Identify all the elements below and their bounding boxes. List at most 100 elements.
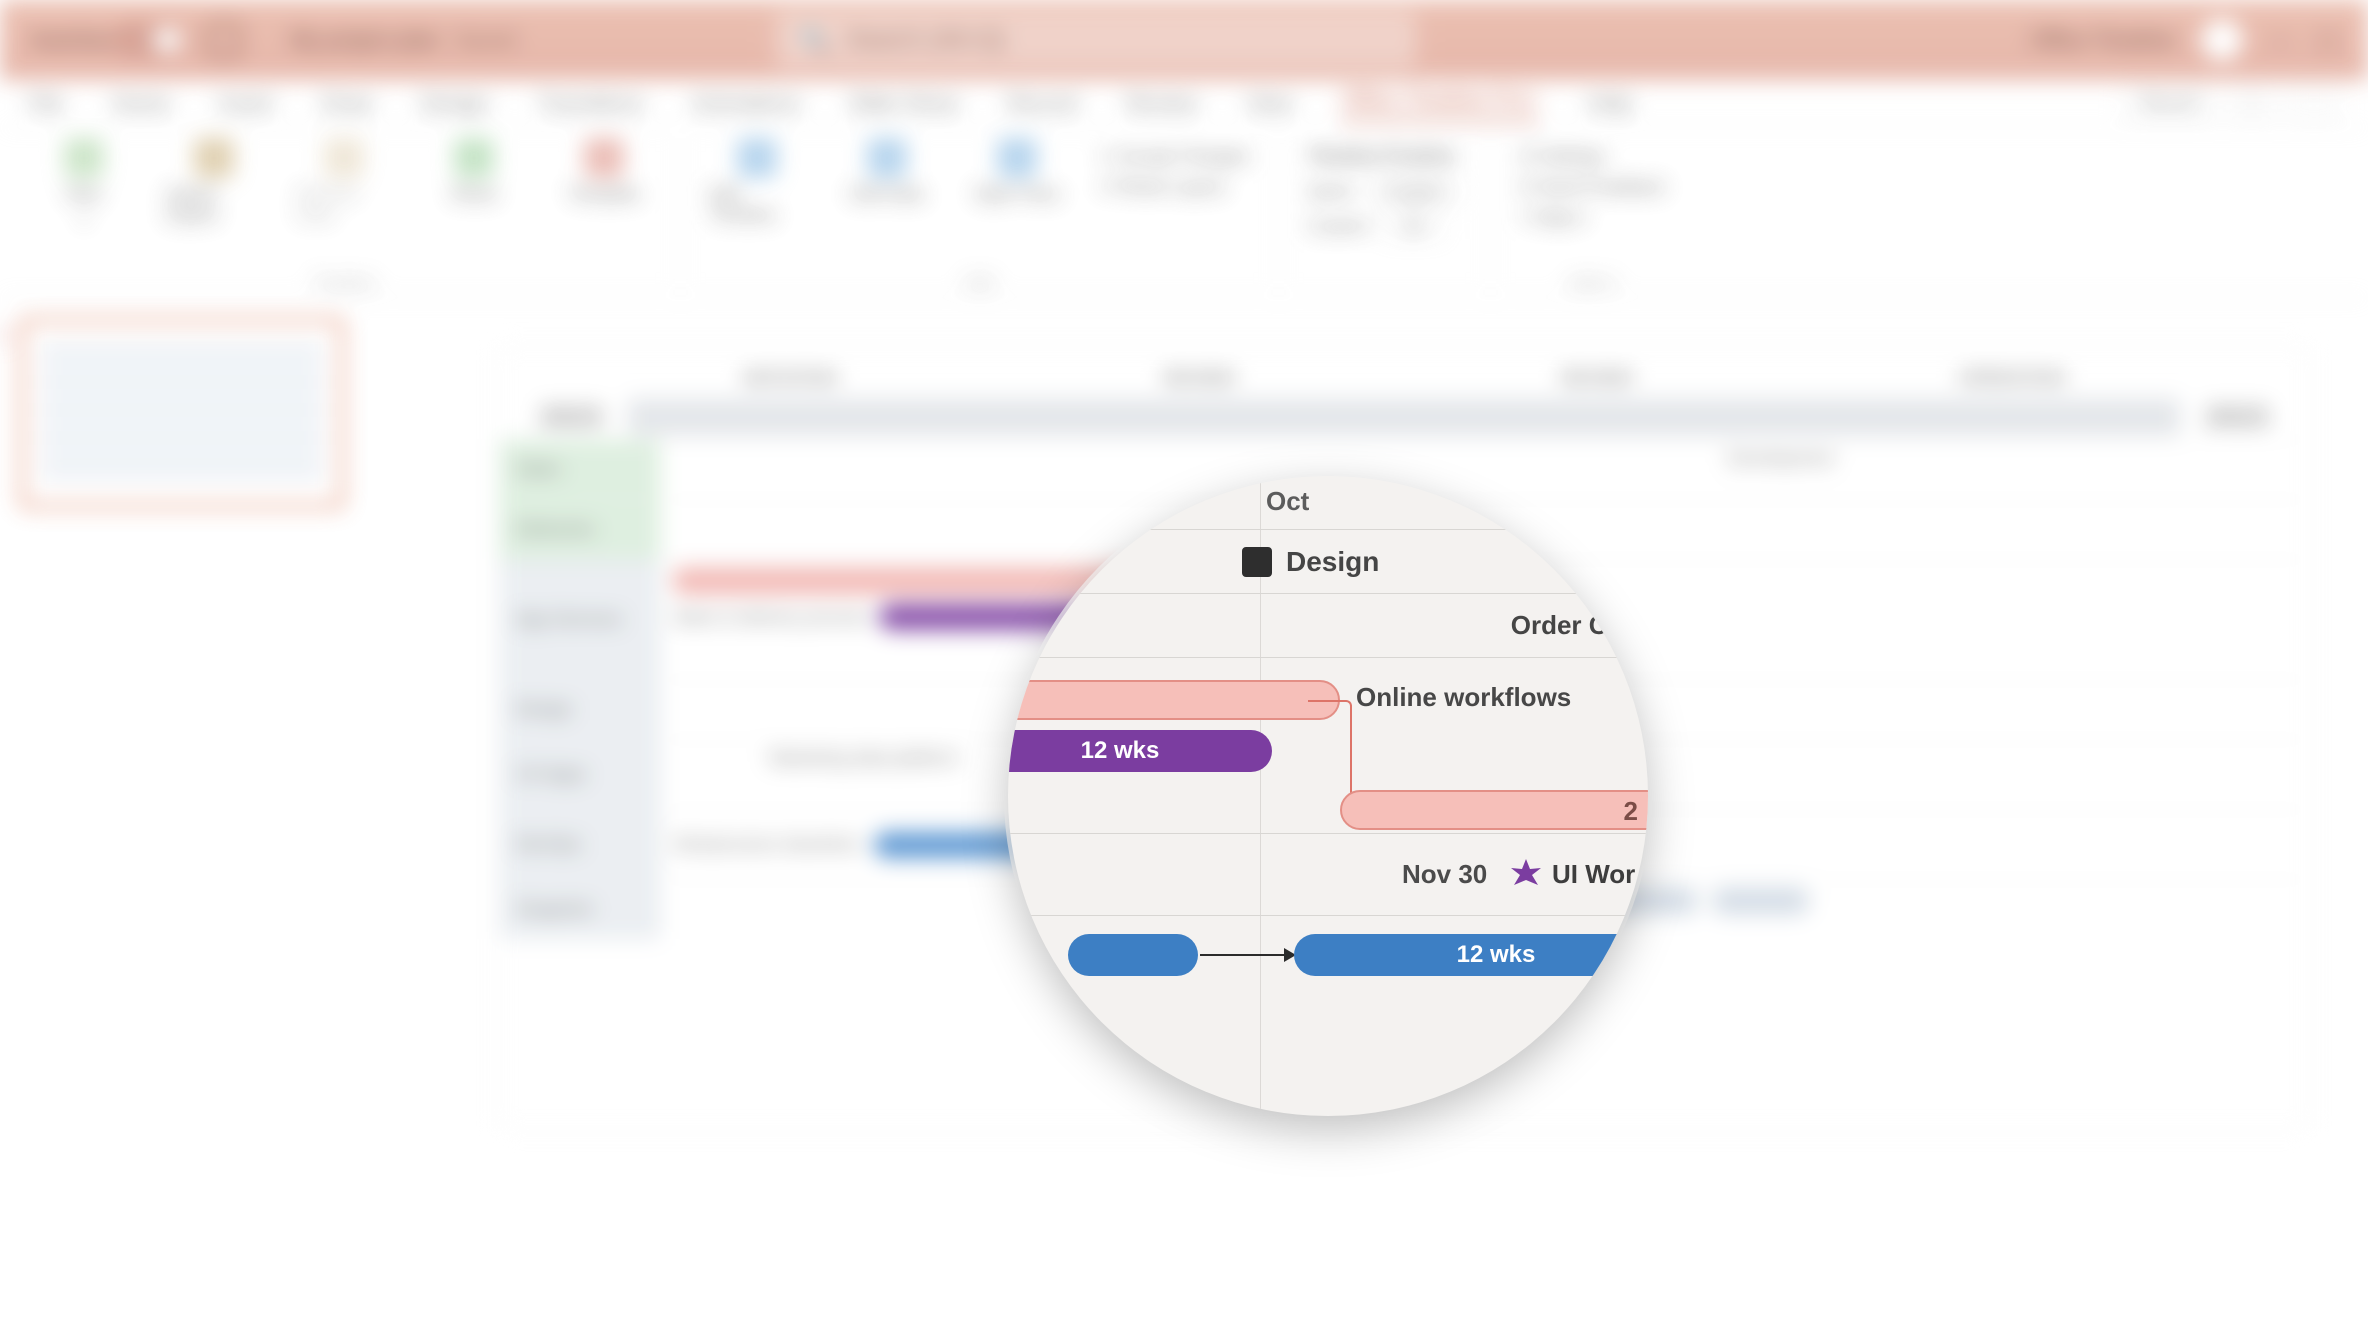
accept-changes-button[interactable]: ✔ Accept Changes — [1099, 146, 1250, 167]
task-bar-blue-left[interactable] — [1068, 934, 1198, 976]
ribbon-group-addin: ⚙ Settings ✉ Send Feedback ? Help ▾ Add-… — [1491, 138, 1693, 293]
tab-draw[interactable]: Draw — [321, 91, 372, 117]
save-icon[interactable] — [207, 23, 241, 57]
edit-data-button[interactable]: Edit Data — [839, 138, 935, 205]
custom-label: Custom — [1307, 216, 1369, 236]
ribbon-group-position: Timeline Position Quick Custom Custom 25 — [1279, 138, 1491, 293]
milestone-label: Development — [1728, 448, 2296, 469]
task-bar-blue-right[interactable]: 12 wks — [1294, 934, 1648, 976]
search-icon: 🔍 — [800, 26, 830, 55]
tab-office-timeline[interactable]: Office Timeline Pro+ — [1341, 86, 1539, 121]
ribbon-group-caption: Add-in — [1568, 267, 1617, 293]
lens-order-row: Order Ca — [1008, 594, 1648, 658]
reset-layout-button[interactable]: ↺ Reset Layout — [1099, 177, 1225, 198]
phase-label: INITIATION — [743, 368, 837, 389]
swimlane-label: App Services — [500, 560, 660, 679]
edit-timeline-label: Edit Timeline — [709, 184, 805, 226]
milestone-label: UI Wor — [1552, 859, 1635, 890]
lens-design-row: Design — [1008, 530, 1648, 594]
import-export-button[interactable]: Import Export — [166, 138, 262, 226]
order-label: Order Ca — [1511, 610, 1622, 641]
lens-workflows-row: Online workflows 12 wks 2 — [1008, 658, 1648, 834]
tab-help[interactable]: Help — [1587, 91, 1632, 117]
ribbon-overflow-icon[interactable]: ⋯ — [2288, 88, 2340, 119]
import-label: Import Export — [166, 184, 262, 226]
quick-select[interactable]: Custom — [1366, 178, 1462, 204]
task-bar-online-workflows[interactable] — [1008, 680, 1340, 720]
global-search[interactable]: 🔍 Search (Alt+Q) — [776, 12, 1416, 68]
avatar[interactable] — [2201, 19, 2243, 61]
swimlane-label: DevOps — [500, 810, 660, 879]
edit-data-label: Edit Data — [850, 184, 924, 205]
window-titlebar: AutoSave On My project plan Saved 🔍 Sear… — [0, 0, 2368, 80]
quick-position-row: Quick Custom — [1307, 181, 1462, 202]
style-pane-button[interactable]: Style Pane — [969, 138, 1065, 205]
share-label: Share — [450, 184, 498, 205]
tab-slideshow[interactable]: Slide Show — [849, 91, 959, 117]
ribbon-group-edit: Edit Timeline Edit Data Style Pane ✔ Acc… — [681, 138, 1279, 293]
lens-ui-row: Nov 30 UI Wor — [1008, 834, 1648, 916]
share-icon — [454, 138, 494, 178]
share-button[interactable]: Share — [426, 138, 522, 205]
swimlane-label: Design — [500, 680, 660, 739]
style-pane-label: Style Pane — [973, 184, 1060, 205]
tab-review[interactable]: Review — [1126, 91, 1198, 117]
slide-thumbnails — [0, 298, 400, 1332]
autosave-toggle[interactable]: On — [145, 23, 184, 57]
slide-thumbnail[interactable] — [20, 318, 344, 508]
settings-button[interactable]: ⚙ Settings — [1519, 146, 1605, 167]
template-label: Template — [567, 184, 640, 205]
tab-home[interactable]: Home — [111, 91, 170, 117]
magnifier-lens: Oct Design Order Ca Online workflows 12 … — [1008, 476, 1648, 1116]
toggle-track — [113, 23, 185, 57]
starburst-icon[interactable] — [1510, 859, 1542, 891]
milestone-marker-icon[interactable] — [1242, 547, 1272, 577]
custom-input[interactable]: 25 — [1382, 213, 1444, 239]
month-label: Oct — [1266, 486, 1309, 517]
year-left: 2023 — [540, 401, 602, 433]
ribbon-group-caption: Timeline — [312, 267, 376, 293]
template-button[interactable]: Template — [556, 138, 652, 205]
timeline-position-heading: Timeline Position — [1307, 146, 1456, 167]
new-button[interactable]: New▾ — [36, 138, 132, 228]
refresh-button[interactable]: Refresh Data — [296, 138, 392, 226]
time-scale — [628, 399, 2179, 435]
template-icon — [584, 138, 624, 178]
edit-timeline-button[interactable]: Edit Timeline — [709, 138, 805, 226]
tab-insert[interactable]: Insert — [218, 91, 273, 117]
tab-file[interactable]: File — [28, 91, 63, 117]
milestone-label: Design — [1286, 546, 1379, 578]
window-min-icon[interactable]: — — [2269, 27, 2291, 53]
grid-icon — [867, 138, 907, 178]
window-max-icon[interactable]: ▢ — [2317, 27, 2338, 53]
lens-content: Oct Design Order Ca Online workflows 12 … — [1008, 476, 1648, 1116]
document-title: My project plan — [291, 27, 440, 53]
swimlane-label: UX Apps — [500, 740, 660, 809]
tab-record[interactable]: Record — [1007, 91, 1078, 117]
lens-month-row: Oct — [1008, 476, 1648, 530]
tab-animations[interactable]: Animations — [692, 91, 801, 117]
task-bar-purple[interactable]: 12 wks — [1008, 730, 1272, 772]
task-bar-pink2[interactable] — [1340, 790, 1648, 830]
record-button[interactable]: Record — [2123, 88, 2215, 119]
account-name[interactable]: Office Timeline — [2030, 27, 2175, 53]
help-button[interactable]: ? Help ▾ — [1519, 208, 1585, 229]
refresh-icon — [324, 138, 364, 178]
lens-blue-row: 12 wks — [1008, 916, 1648, 1026]
duration-label: 12 wks — [1081, 737, 1160, 765]
phase-label: OPERATION — [1959, 368, 2065, 389]
truncated-value: 2 — [1624, 796, 1638, 827]
custom-position-row: Custom 25 — [1307, 216, 1444, 237]
document-save-state: Saved — [454, 27, 516, 53]
swimlane-label: Deliveries — [500, 500, 660, 559]
ribbon-tabs: File Home Insert Draw Design Transitions… — [0, 80, 2368, 128]
plus-icon — [64, 138, 104, 178]
phase-label: REVIEW — [1561, 368, 1632, 389]
quick-label: Quick — [1307, 181, 1353, 201]
tab-view[interactable]: View — [1246, 91, 1293, 117]
calendar-icon — [737, 138, 777, 178]
feedback-button[interactable]: ✉ Send Feedback — [1519, 177, 1665, 198]
ribbon-collapse-icon[interactable]: ˅ — [2229, 88, 2274, 119]
tab-transitions[interactable]: Transitions — [537, 91, 644, 117]
tab-design[interactable]: Design — [421, 91, 489, 117]
